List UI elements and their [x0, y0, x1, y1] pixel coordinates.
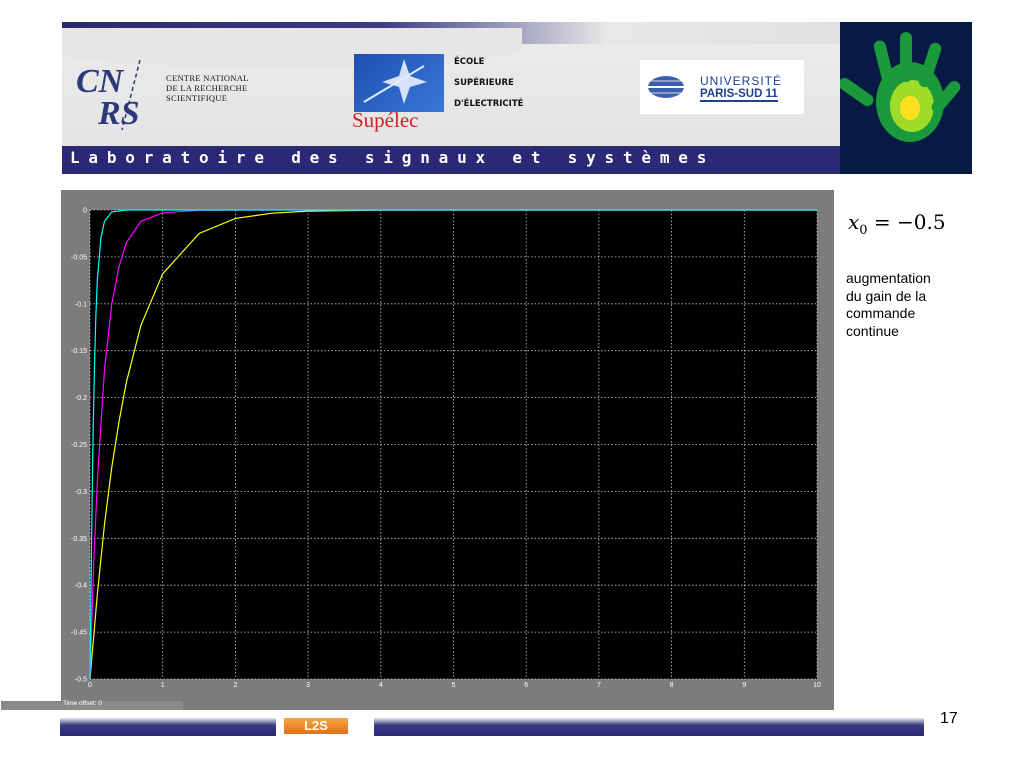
- page-number: 17: [940, 710, 958, 727]
- university-line-2: PARIS-SUD 11: [700, 88, 778, 102]
- x-tick-label: 0: [88, 682, 92, 689]
- y-tick-label: -0.25: [71, 442, 87, 449]
- line-chart: 0 1 2 3 4 5 6 7 8 9 10 0 -0.05 -0.1 -0.15 -0.2 -0.25 -0.3…: [71, 208, 821, 690]
- formula-subscript: 0: [859, 223, 868, 238]
- lab-title: Laboratoire des signaux et systèmes: [70, 148, 716, 167]
- note-line-2: du gain de la: [846, 287, 927, 304]
- footer-bar-left: [60, 718, 276, 736]
- note-line-4: continue: [846, 322, 899, 339]
- x-tick-label: 3: [306, 682, 310, 689]
- y-tick-label: -0.5: [75, 677, 87, 684]
- footer-bar-right: [374, 718, 924, 736]
- x-tick-label: 1: [161, 682, 165, 689]
- cnrs-name: CENTRE NATIONAL DE LA RECHERCHE SCIENTIF…: [166, 73, 249, 103]
- cnrs-line-2: DE LA RECHERCHE: [166, 83, 248, 93]
- y-tick-label: -0.1: [75, 301, 87, 308]
- x-tick-label: 7: [597, 682, 601, 689]
- l2s-logo: L2S: [284, 718, 348, 734]
- x-tick-label: 4: [379, 682, 383, 689]
- x-tick-label: 2: [233, 682, 237, 689]
- x-tick-label: 8: [670, 682, 674, 689]
- cnrs-logo: CN RS: [76, 59, 141, 132]
- supelec-line-1: ÉCOLE: [454, 57, 485, 67]
- gain-note: augmentation du gain de la commande cont…: [846, 270, 976, 340]
- y-tick-label: -0.45: [71, 630, 87, 637]
- x-tick-label: 6: [524, 682, 528, 689]
- initial-condition-formula: x0 = −0.5: [848, 210, 946, 238]
- time-offset-label: Time offset: 0: [63, 700, 103, 707]
- x-tick-label: 5: [452, 682, 456, 689]
- y-tick-label: -0.15: [71, 348, 87, 355]
- svg-text:RS: RS: [97, 95, 140, 132]
- y-tick-label: 0: [83, 208, 87, 215]
- supelec-wordmark: Supélec: [352, 108, 419, 132]
- supelec-name: ÉCOLE SUPÉRIEURE D'ÉLECTRICITÉ: [454, 52, 523, 115]
- supelec-line-2: SUPÉRIEURE: [454, 78, 514, 88]
- formula-variable: x: [848, 210, 860, 234]
- cnrs-line-1: CENTRE NATIONAL: [166, 73, 249, 83]
- y-tick-label: -0.35: [71, 536, 87, 543]
- y-tick-label: -0.3: [75, 489, 87, 496]
- y-tick-label: -0.2: [75, 395, 87, 402]
- y-tick-label: -0.4: [75, 583, 87, 590]
- y-tick-label: -0.05: [71, 254, 87, 261]
- x-tick-label: 10: [813, 682, 821, 689]
- x-tick-label: 9: [742, 682, 746, 689]
- supelec-logo: [354, 54, 444, 112]
- note-line-1: augmentation: [846, 270, 931, 286]
- supelec-line-3: D'ÉLECTRICITÉ: [454, 99, 524, 109]
- formula-value: = −0.5: [867, 210, 946, 234]
- note-line-3: commande: [846, 305, 916, 321]
- header-banner: CN RS CENTRE NATIONAL DE LA RECHERCHE SC…: [62, 22, 972, 174]
- cnrs-line-3: SCIENTIFIQUE: [166, 93, 228, 103]
- hand-image: [838, 22, 972, 174]
- scope-plot: 0 1 2 3 4 5 6 7 8 9 10 0 -0.05 -0.1 -0.15 -0.2 -0.25 -0.3…: [61, 190, 834, 710]
- university-line-1: UNIVERSITÉ: [700, 74, 783, 88]
